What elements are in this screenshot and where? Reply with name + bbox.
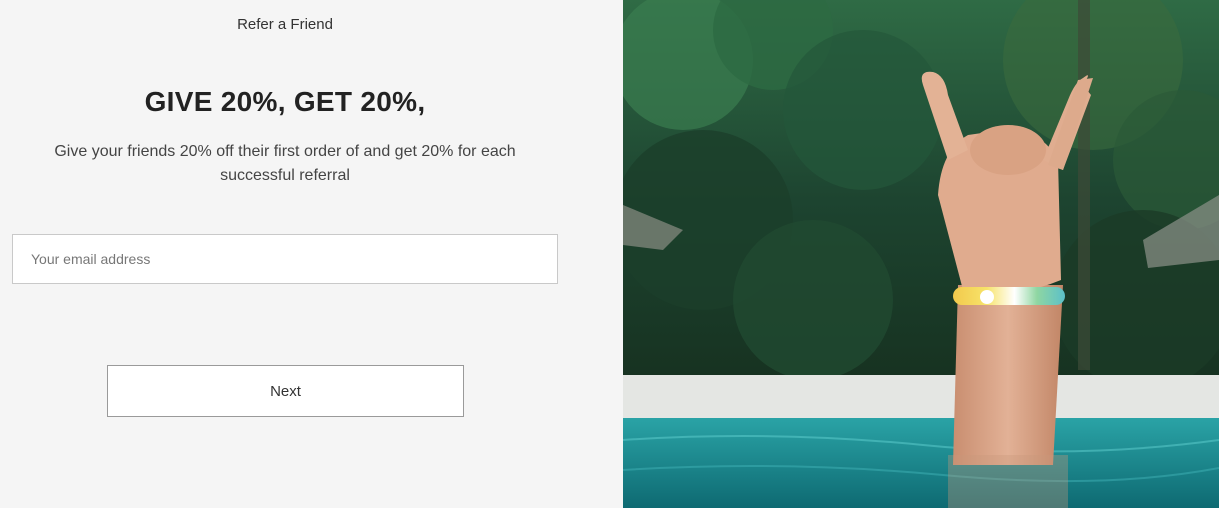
page-title: Refer a Friend bbox=[237, 16, 333, 33]
referral-modal: Refer a Friend GIVE 20%, GET 20%, Give y… bbox=[0, 0, 1219, 508]
next-button[interactable]: Next bbox=[107, 365, 464, 417]
hero-image bbox=[623, 0, 1219, 508]
pool-hand-photo bbox=[623, 0, 1219, 508]
offer-description: Give your friends 20% off their first or… bbox=[54, 143, 516, 184]
offer-headline: GIVE 20%, GET 20%, bbox=[144, 86, 426, 117]
email-field[interactable] bbox=[12, 234, 558, 284]
referral-panel: Refer a Friend GIVE 20%, GET 20%, Give y… bbox=[0, 0, 623, 508]
